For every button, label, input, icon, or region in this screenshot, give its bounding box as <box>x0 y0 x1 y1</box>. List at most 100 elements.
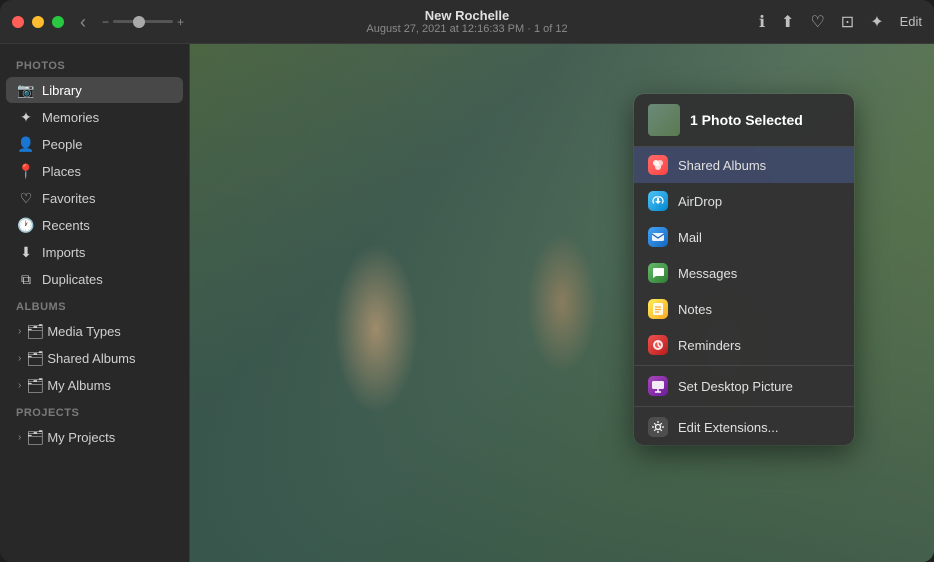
sidebar-item-label-recents: Recents <box>42 218 90 233</box>
info-icon[interactable]: ℹ <box>759 12 765 32</box>
dropdown-label-shared-albums: Shared Albums <box>678 158 766 173</box>
dropdown-item-airdrop[interactable]: AirDrop <box>634 183 854 219</box>
dropdown-label-mail: Mail <box>678 230 702 245</box>
app-window: ‹ − + New Rochelle August 27, 2021 at 12… <box>0 0 934 562</box>
share-dropdown-menu: 1 Photo Selected Shared Albums <box>634 94 854 445</box>
duplicates-icon: ⧉ <box>18 271 34 287</box>
dropdown-label-airdrop: AirDrop <box>678 194 722 209</box>
share-icon[interactable]: ⬆ <box>781 12 794 32</box>
dropdown-item-shared-albums[interactable]: Shared Albums <box>634 147 854 183</box>
sidebar-item-label-imports: Imports <box>42 245 85 260</box>
zoom-minus-icon: − <box>102 15 109 29</box>
slider-thumb[interactable] <box>133 16 145 28</box>
magic-icon[interactable]: ✦ <box>870 12 883 32</box>
photo-thumbnail <box>648 104 680 136</box>
zoom-plus-icon: + <box>177 15 184 29</box>
sidebar-item-people[interactable]: 👤 People <box>6 131 183 157</box>
back-button[interactable]: ‹ <box>80 13 86 31</box>
shared-albums-icon: 🗂 <box>27 350 43 366</box>
dropdown-divider <box>634 365 854 366</box>
imports-icon: ⬇ <box>18 244 34 260</box>
dropdown-item-notes[interactable]: Notes <box>634 291 854 327</box>
projects-section-label: Projects <box>0 399 189 423</box>
chevron-icon: › <box>18 326 21 337</box>
recents-icon: 🕐 <box>18 217 34 233</box>
sidebar-item-recents[interactable]: 🕐 Recents <box>6 212 183 238</box>
sidebar-item-label-my-albums: My Albums <box>47 378 111 393</box>
sidebar-item-label-favorites: Favorites <box>42 191 95 206</box>
dropdown-item-edit-extensions[interactable]: Edit Extensions... <box>634 409 854 445</box>
chevron-icon-4: › <box>18 432 21 443</box>
sidebar-item-media-types[interactable]: › 🗂 Media Types <box>6 318 183 344</box>
places-icon: 📍 <box>18 163 34 179</box>
sidebar-item-label-media-types: Media Types <box>47 324 120 339</box>
dropdown-item-messages[interactable]: Messages <box>634 255 854 291</box>
dropdown-divider-2 <box>634 406 854 407</box>
chevron-icon-2: › <box>18 353 21 364</box>
sidebar-item-label-memories: Memories <box>42 110 99 125</box>
my-projects-icon: 🗂 <box>27 429 43 445</box>
sidebar-item-label-places: Places <box>42 164 81 179</box>
sidebar-item-shared-albums[interactable]: › 🗂 Shared Albums <box>6 345 183 371</box>
chevron-icon-3: › <box>18 380 21 391</box>
albums-section-label: Albums <box>0 293 189 317</box>
sidebar-item-places[interactable]: 📍 Places <box>6 158 183 184</box>
sidebar-item-label-shared-albums: Shared Albums <box>47 351 135 366</box>
dropdown-label-edit-extensions: Edit Extensions... <box>678 420 778 435</box>
sidebar-item-label-duplicates: Duplicates <box>42 272 103 287</box>
crop-icon[interactable]: ⊡ <box>841 12 854 32</box>
library-icon: 📷 <box>18 82 34 98</box>
titlebar-center: New Rochelle August 27, 2021 at 12:16:33… <box>366 8 567 35</box>
minimize-button[interactable] <box>32 16 44 28</box>
sidebar-item-duplicates[interactable]: ⧉ Duplicates <box>6 266 183 292</box>
shared-albums-dropdown-icon <box>648 155 668 175</box>
mail-dropdown-icon <box>648 227 668 247</box>
sidebar-item-my-projects[interactable]: › 🗂 My Projects <box>6 424 183 450</box>
photos-section-label: Photos <box>0 52 189 76</box>
dropdown-header-text: 1 Photo Selected <box>690 112 803 128</box>
titlebar-actions: ℹ ⬆ ♡ ⊡ ✦ Edit <box>759 12 922 32</box>
notes-dropdown-icon <box>648 299 668 319</box>
favorites-icon: ♡ <box>18 190 34 206</box>
sidebar-item-imports[interactable]: ⬇ Imports <box>6 239 183 265</box>
edit-extensions-dropdown-icon <box>648 417 668 437</box>
messages-dropdown-icon <box>648 263 668 283</box>
sidebar-item-label-library: Library <box>42 83 82 98</box>
people-icon: 👤 <box>18 136 34 152</box>
slider-track[interactable] <box>113 20 173 23</box>
dropdown-item-set-desktop[interactable]: Set Desktop Picture <box>634 368 854 404</box>
sidebar-item-library[interactable]: 📷 Library <box>6 77 183 103</box>
airdrop-dropdown-icon <box>648 191 668 211</box>
dropdown-item-reminders[interactable]: Reminders <box>634 327 854 363</box>
sidebar-item-favorites[interactable]: ♡ Favorites <box>6 185 183 211</box>
zoom-slider[interactable]: − + <box>102 15 184 29</box>
sidebar-item-label-my-projects: My Projects <box>47 430 115 445</box>
heart-icon[interactable]: ♡ <box>810 12 824 32</box>
memories-icon: ✦ <box>18 109 34 125</box>
photo-subtitle: August 27, 2021 at 12:16:33 PM · 1 of 12 <box>366 23 567 35</box>
dropdown-item-mail[interactable]: Mail <box>634 219 854 255</box>
sidebar: Photos 📷 Library ✦ Memories 👤 People 📍 P… <box>0 44 190 562</box>
maximize-button[interactable] <box>52 16 64 28</box>
sidebar-item-label-people: People <box>42 137 82 152</box>
photo-thumb-inner <box>648 104 680 136</box>
dropdown-label-reminders: Reminders <box>678 338 741 353</box>
traffic-lights <box>12 16 64 28</box>
media-types-icon: 🗂 <box>27 323 43 339</box>
dropdown-label-set-desktop: Set Desktop Picture <box>678 379 793 394</box>
my-albums-icon: 🗂 <box>27 377 43 393</box>
nav-controls: ‹ − + <box>80 13 184 31</box>
sidebar-item-memories[interactable]: ✦ Memories <box>6 104 183 130</box>
dropdown-header: 1 Photo Selected <box>634 94 854 147</box>
close-button[interactable] <box>12 16 24 28</box>
dropdown-label-notes: Notes <box>678 302 712 317</box>
photo-area[interactable]: 1 Photo Selected Shared Albums <box>190 44 934 562</box>
photo-title: New Rochelle <box>366 8 567 23</box>
set-desktop-dropdown-icon <box>648 376 668 396</box>
reminders-dropdown-icon <box>648 335 668 355</box>
edit-button[interactable]: Edit <box>900 14 922 29</box>
main-content: Photos 📷 Library ✦ Memories 👤 People 📍 P… <box>0 44 934 562</box>
titlebar: ‹ − + New Rochelle August 27, 2021 at 12… <box>0 0 934 44</box>
dropdown-label-messages: Messages <box>678 266 737 281</box>
sidebar-item-my-albums[interactable]: › 🗂 My Albums <box>6 372 183 398</box>
